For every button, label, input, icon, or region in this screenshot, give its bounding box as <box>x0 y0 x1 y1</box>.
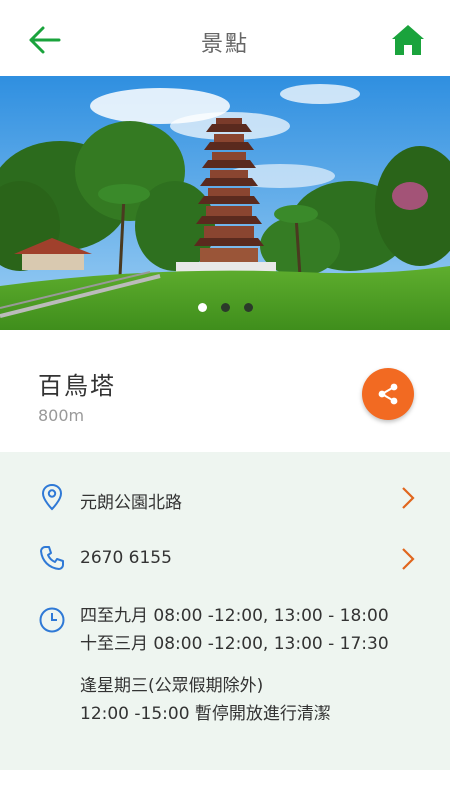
hours-line-1: 四至九月 08:00 -12:00, 13:00 - 18:00 <box>80 606 389 626</box>
share-icon <box>378 383 398 405</box>
opening-hours: 四至九月 08:00 -12:00, 13:00 - 18:00 十至三月 08… <box>80 602 389 728</box>
place-name: 百鳥塔 <box>38 372 116 400</box>
place-distance: 800m <box>38 406 85 425</box>
bottom-spacer <box>0 770 450 800</box>
hours-line-2: 十至三月 08:00 -12:00, 13:00 - 17:30 <box>80 634 389 654</box>
clock-icon <box>39 607 65 633</box>
pagoda-photo <box>0 76 450 330</box>
phone-text: 2670 6155 <box>80 548 172 568</box>
home-button[interactable] <box>388 20 428 60</box>
closure-note-line-1: 逢星期三(公眾假期除外) <box>80 676 264 696</box>
hero-image-carousel[interactable] <box>0 76 450 330</box>
carousel-dot-2[interactable] <box>220 303 230 312</box>
carousel-dot-1[interactable] <box>197 303 207 312</box>
address-row[interactable]: 元朗公園北路 <box>0 480 450 520</box>
hours-row: 四至九月 08:00 -12:00, 13:00 - 18:00 十至三月 08… <box>0 602 450 732</box>
place-summary: 百鳥塔 800m <box>0 330 450 452</box>
page-title: 景點 <box>200 32 249 57</box>
carousel-dot-3[interactable] <box>243 303 253 312</box>
chevron-right-icon <box>402 487 415 509</box>
share-button[interactable] <box>362 368 414 420</box>
app-header: 景點 <box>0 0 450 76</box>
closure-note-line-2: 12:00 -15:00 暫停開放進行清潔 <box>80 704 331 724</box>
address-text: 元朗公園北路 <box>80 493 182 513</box>
carousel-dots <box>0 303 450 312</box>
location-pin-icon <box>41 483 63 511</box>
chevron-right-icon <box>402 548 415 570</box>
phone-icon <box>40 546 64 570</box>
home-icon <box>392 25 424 55</box>
info-panel: 元朗公園北路 2670 6155 四至九月 08:00 -12:00, 13:0… <box>0 452 450 770</box>
phone-row[interactable]: 2670 6155 <box>0 542 450 582</box>
attraction-detail-screen: 景點 百鳥塔 800m 元朗公園北路 2670 6155 四至九月 08:00 … <box>0 0 450 800</box>
